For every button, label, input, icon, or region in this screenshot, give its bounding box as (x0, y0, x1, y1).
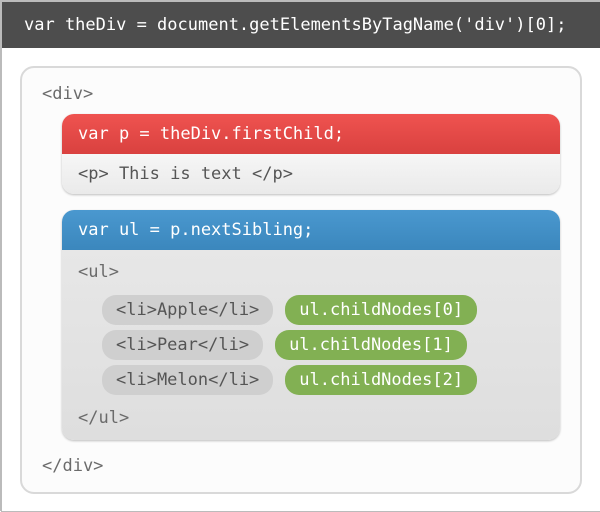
ul-box: var ul = p.nextSibling; <ul> <li>Apple</… (62, 210, 560, 440)
li-row: <li>Melon</li> ul.childNodes[2] (102, 365, 544, 395)
li-note-pill: ul.childNodes[1] (275, 330, 467, 360)
top-code-bar: var theDiv = document.getElementsByTagNa… (2, 2, 600, 48)
diagram-body: <div> var p = theDiv.firstChild; <p> Thi… (2, 48, 600, 512)
li-note-pill: ul.childNodes[2] (285, 365, 477, 395)
ul-box-header: var ul = p.nextSibling; (62, 210, 560, 250)
li-row: <li>Apple</li> ul.childNodes[0] (102, 295, 544, 325)
p-box-body: <p> This is text </p> (62, 154, 560, 194)
ul-open-tag: <ul> (78, 260, 544, 284)
div-close-tag: </div> (42, 448, 560, 476)
div-box: <div> var p = theDiv.firstChild; <p> Thi… (20, 66, 582, 494)
ul-close-tag: </ul> (78, 406, 544, 430)
ul-box-body: <ul> <li>Apple</li> ul.childNodes[0] <li… (62, 250, 560, 440)
p-box: var p = theDiv.firstChild; <p> This is t… (62, 114, 560, 194)
li-note-pill: ul.childNodes[0] (285, 295, 477, 325)
li-code-pill: <li>Pear</li> (102, 330, 263, 360)
li-rows: <li>Apple</li> ul.childNodes[0] <li>Pear… (78, 284, 544, 406)
li-code-pill: <li>Apple</li> (102, 295, 273, 325)
li-row: <li>Pear</li> ul.childNodes[1] (102, 330, 544, 360)
li-code-pill: <li>Melon</li> (102, 365, 273, 395)
div-open-tag: <div> (42, 82, 560, 114)
p-box-header: var p = theDiv.firstChild; (62, 114, 560, 154)
